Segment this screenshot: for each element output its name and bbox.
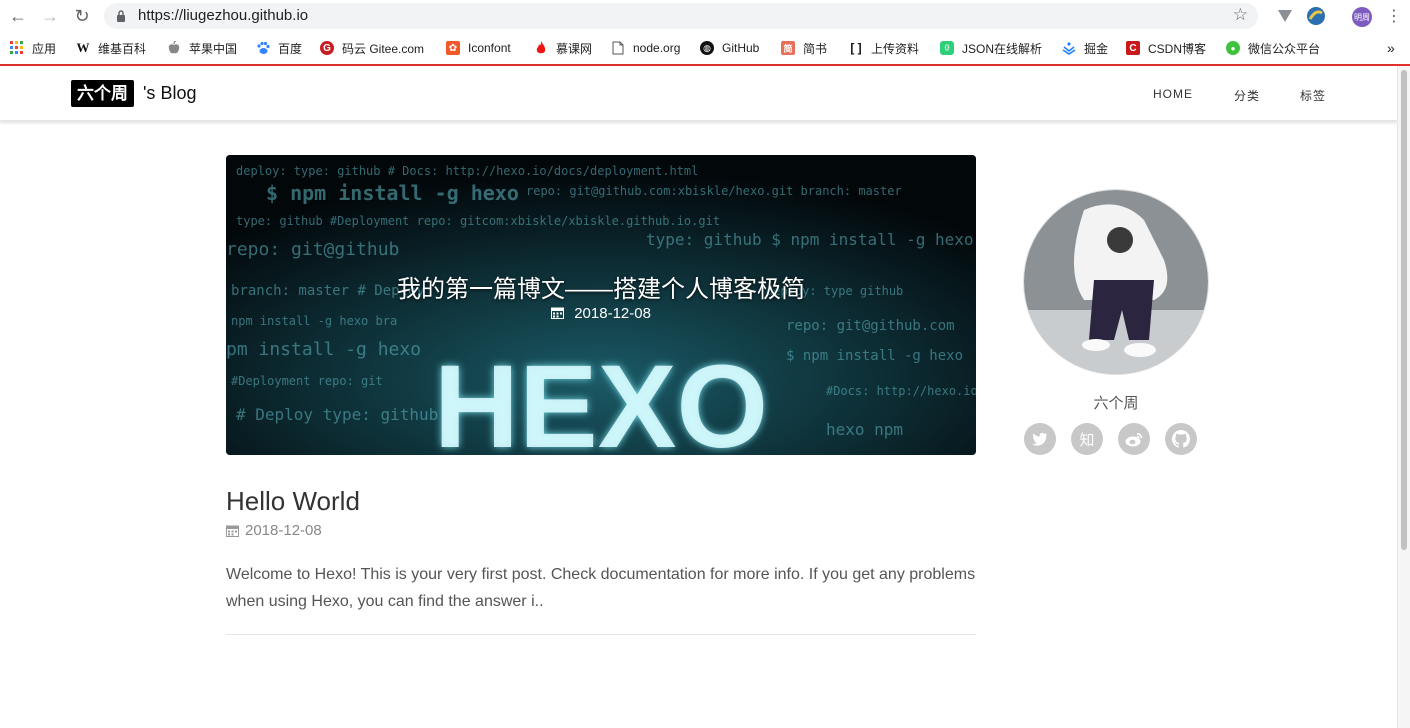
wechat-icon: ●: [1226, 41, 1240, 55]
flame-icon: [534, 41, 548, 55]
bookmark-label: 应用: [32, 41, 57, 56]
post-cover-banner[interactable]: deploy: type: github # Docs: http://hexo…: [226, 155, 976, 455]
forward-arrow-icon[interactable]: →: [40, 6, 60, 26]
bookmark-gitee[interactable]: G 码云 Gitee.com: [320, 38, 424, 58]
browser-menu-icon[interactable]: ⋮: [1384, 6, 1404, 26]
bookmark-wechat[interactable]: ● 微信公众平台: [1226, 38, 1320, 58]
svg-text:$ npm install -g hexo: $ npm install -g hexo: [786, 348, 963, 364]
svg-text:pm install -g hexo: pm install -g hexo: [226, 339, 421, 360]
svg-text:repo: git@github: repo: git@github: [226, 239, 399, 260]
post-title[interactable]: Hello World: [226, 486, 360, 517]
post-date-text: 2018-12-08: [245, 522, 322, 539]
url-text: https://liugezhou.github.io: [138, 7, 309, 24]
svg-text:repo: git@github.com:xbiskle/h: repo: git@github.com:xbiskle/hexo.git br…: [526, 184, 902, 198]
wikipedia-icon: W: [76, 40, 90, 55]
address-bar[interactable]: https://liugezhou.github.io ☆: [104, 3, 1258, 29]
github-icon: ◍: [700, 41, 714, 55]
bookmark-apple[interactable]: 苹果中国: [167, 38, 237, 58]
post-divider: [226, 634, 976, 635]
svg-text:# Deploy type: github: # Deploy type: github: [236, 405, 438, 424]
bookmark-iconfont[interactable]: ✿ Iconfont: [446, 38, 511, 58]
nav-categories[interactable]: 分类: [1234, 87, 1260, 104]
bookmark-label: CSDN博客: [1148, 41, 1207, 56]
profile-avatar[interactable]: 明周: [1352, 7, 1372, 27]
twitter-icon[interactable]: [1024, 423, 1056, 455]
bookmark-label: 简书: [803, 41, 828, 56]
calendar-icon: [226, 525, 239, 537]
baidu-paw-icon: [256, 41, 270, 55]
bookmark-label: JSON在线解析: [962, 41, 1043, 56]
post-excerpt: Welcome to Hexo! This is your very first…: [226, 566, 976, 610]
extension-v-icon[interactable]: [1276, 7, 1294, 25]
bookmark-label: 码云 Gitee.com: [342, 41, 425, 56]
calendar-icon: [551, 307, 565, 319]
post-date: 2018-12-08: [226, 522, 322, 539]
site-title-suffix[interactable]: 's Blog: [143, 83, 196, 104]
bookmark-juejin[interactable]: 掘金: [1062, 38, 1108, 58]
bookmarks-bar: 应用 W 维基百科 苹果中国 百度 G 码云 Gitee.com ✿ Iconf…: [0, 34, 1410, 62]
bookmark-json[interactable]: {} JSON在线解析: [940, 38, 1042, 58]
apple-icon: [167, 41, 181, 55]
bookmark-label: 掘金: [1084, 41, 1109, 56]
bookmark-github[interactable]: ◍ GitHub: [700, 38, 759, 58]
hexo-word: HEXO: [434, 341, 768, 455]
bookmark-apps[interactable]: 应用: [10, 38, 56, 58]
back-arrow-icon[interactable]: ←: [8, 6, 28, 26]
nav-tags[interactable]: 标签: [1300, 87, 1326, 104]
bookmark-wikipedia[interactable]: W 维基百科: [76, 38, 147, 58]
bookmark-imooc[interactable]: 慕课网: [534, 38, 592, 58]
bookmark-csdn[interactable]: C CSDN博客: [1126, 38, 1206, 58]
bookmark-label: node.org: [633, 41, 681, 55]
svg-text:type: github #Deployment: type: github #Deployment repo: gitcom:xb…: [236, 214, 720, 228]
author-name: 六个周: [1093, 395, 1139, 412]
profile-initials: 明周: [1354, 12, 1370, 22]
bookmark-label: GitHub: [722, 41, 760, 55]
featured-post-date: 2018-12-08: [226, 305, 976, 322]
code-bracket-icon: [ ]: [850, 41, 862, 55]
nav-home[interactable]: HOME: [1153, 87, 1193, 101]
featured-post-date-text: 2018-12-08: [574, 305, 651, 322]
iconfont-icon: ✿: [446, 41, 460, 55]
file-icon: [611, 41, 625, 55]
svg-text:$ npm install -g hexo: $ npm install -g hexo: [266, 181, 519, 205]
bookmark-jianshu[interactable]: 简 简书: [781, 38, 827, 58]
reload-icon[interactable]: ↻: [72, 6, 92, 26]
svg-text:#Docs: http://hexo.io: #Docs: http://hexo.io: [826, 384, 976, 398]
zhihu-icon[interactable]: 知: [1071, 423, 1103, 455]
featured-post-title[interactable]: 我的第一篇博文——搭建个人博客极简: [226, 269, 976, 304]
extension-globe-icon[interactable]: [1307, 7, 1325, 25]
json-icon: {}: [940, 41, 954, 55]
juejin-icon: [1062, 41, 1076, 55]
bookmark-label: 苹果中国: [189, 41, 238, 56]
apps-grid-icon: [10, 41, 24, 55]
csdn-icon: C: [1126, 41, 1140, 55]
bookmark-label: Iconfont: [468, 41, 511, 55]
svg-text:#Deployment repo: git: #Deployment repo: git: [231, 374, 383, 388]
svg-text:deploy: type: github # Doc: deploy: type: github # Docs: http://hexo…: [236, 164, 698, 178]
bookmark-node[interactable]: node.org: [611, 38, 680, 58]
bookmark-upload[interactable]: [ ] 上传资料: [849, 38, 919, 58]
browser-toolbar: ← → ↻ https://liugezhou.github.io ☆ 明周 ⋮: [0, 0, 1410, 32]
site-logo[interactable]: 六个周: [71, 80, 134, 107]
bookmark-label: 维基百科: [98, 41, 147, 56]
weibo-icon[interactable]: [1118, 423, 1150, 455]
page-scrollbar[interactable]: [1397, 66, 1410, 728]
svg-text:hexo npm: hexo npm: [826, 420, 903, 439]
author-avatar: [1023, 189, 1209, 375]
bookmark-label: 百度: [278, 41, 303, 56]
svg-text:type: github $ npm install -: type: github $ npm install -g hexo: [646, 230, 974, 249]
bookmarks-overflow-button[interactable]: »: [1387, 38, 1395, 58]
github-icon[interactable]: [1165, 423, 1197, 455]
bookmark-label: 微信公众平台: [1248, 41, 1321, 56]
bookmark-label: 慕课网: [556, 41, 593, 56]
lock-icon: [117, 10, 125, 22]
bookmark-label: 上传资料: [871, 41, 920, 56]
scrollbar-thumb[interactable]: [1401, 70, 1407, 550]
bookmark-star-icon[interactable]: ☆: [1233, 5, 1248, 25]
gitee-icon: G: [320, 41, 334, 55]
bookmark-baidu[interactable]: 百度: [256, 38, 302, 58]
jianshu-icon: 简: [781, 41, 795, 55]
blog-navbar: 六个周 's Blog HOME 分类 标签: [0, 66, 1398, 121]
